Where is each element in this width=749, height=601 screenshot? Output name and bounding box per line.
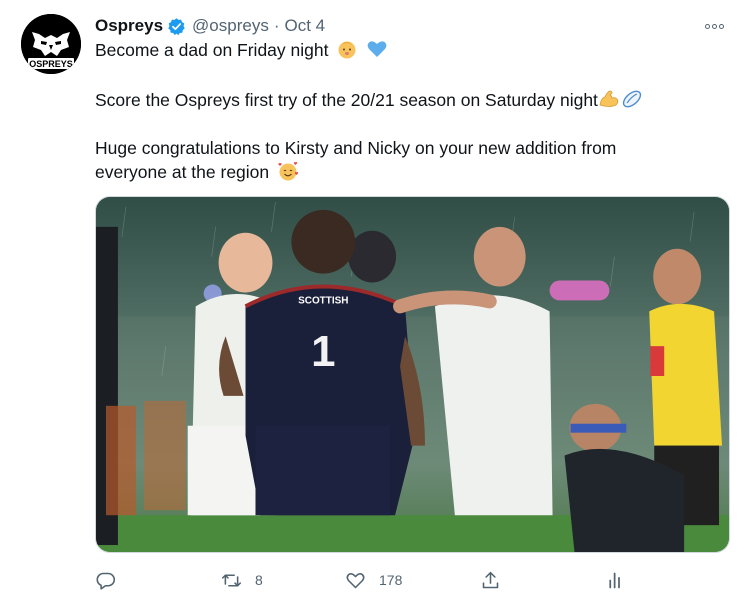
tweet-photo[interactable]: SCOTTISH 1 xyxy=(95,196,730,553)
tweet-text-2: Score the Ospreys first try of the 20/21… xyxy=(95,90,598,110)
handle[interactable]: @ospreys xyxy=(192,16,269,36)
rugby-photo-image: SCOTTISH 1 xyxy=(96,197,729,552)
tweet-text-1: Become a dad on Friday night xyxy=(95,40,329,60)
flexed-biceps-icon xyxy=(598,88,620,110)
ospreys-logo-icon: OSPREYS xyxy=(21,14,81,74)
tweet-text-4: everyone at the region xyxy=(95,162,270,182)
tweet-card[interactable]: OSPREYS Ospreys @ospreys · Oct 4 Become … xyxy=(0,0,749,601)
analytics-icon xyxy=(609,572,620,588)
tweet-line-2: Score the Ospreys first try of the 20/21… xyxy=(95,88,643,112)
rugby-ball-icon xyxy=(621,88,643,110)
verified-badge-icon xyxy=(167,17,186,36)
separator-dot: · xyxy=(273,16,280,35)
display-name[interactable]: Ospreys xyxy=(95,16,163,36)
blue-heart-icon xyxy=(366,38,388,60)
shirt-number: 1 xyxy=(311,327,335,376)
retweet-count: 8 xyxy=(255,572,263,588)
avatar[interactable]: OSPREYS xyxy=(21,14,81,74)
heart-icon xyxy=(346,572,365,588)
tweet-header: Ospreys @ospreys · Oct 4 xyxy=(95,14,325,38)
baby-icon xyxy=(336,38,358,60)
smiling-face-with-hearts-icon xyxy=(277,160,299,182)
share-button[interactable] xyxy=(480,565,501,595)
tweet-date[interactable]: Oct 4 xyxy=(285,16,326,36)
tweet-text-3: Huge congratulations to Kirsty and Nicky… xyxy=(95,138,617,158)
more-options-icon[interactable] xyxy=(700,16,728,36)
tweet-line-1: Become a dad on Friday night xyxy=(95,38,388,62)
reply-button[interactable] xyxy=(95,565,129,595)
retweet-icon xyxy=(221,573,242,587)
like-button[interactable]: 178 xyxy=(345,565,402,595)
tweet-actions: 8 178 xyxy=(95,565,730,595)
retweet-button[interactable]: 8 xyxy=(221,565,263,595)
like-count: 178 xyxy=(379,572,403,588)
avatar-text: OSPREYS xyxy=(29,59,73,69)
tweet-line-4: everyone at the region xyxy=(95,160,299,184)
reply-icon xyxy=(96,572,116,590)
analytics-button[interactable] xyxy=(605,565,626,595)
shirt-sponsor: SCOTTISH xyxy=(298,295,348,306)
tweet-line-3: Huge congratulations to Kirsty and Nicky… xyxy=(95,136,616,160)
share-icon xyxy=(482,571,499,588)
